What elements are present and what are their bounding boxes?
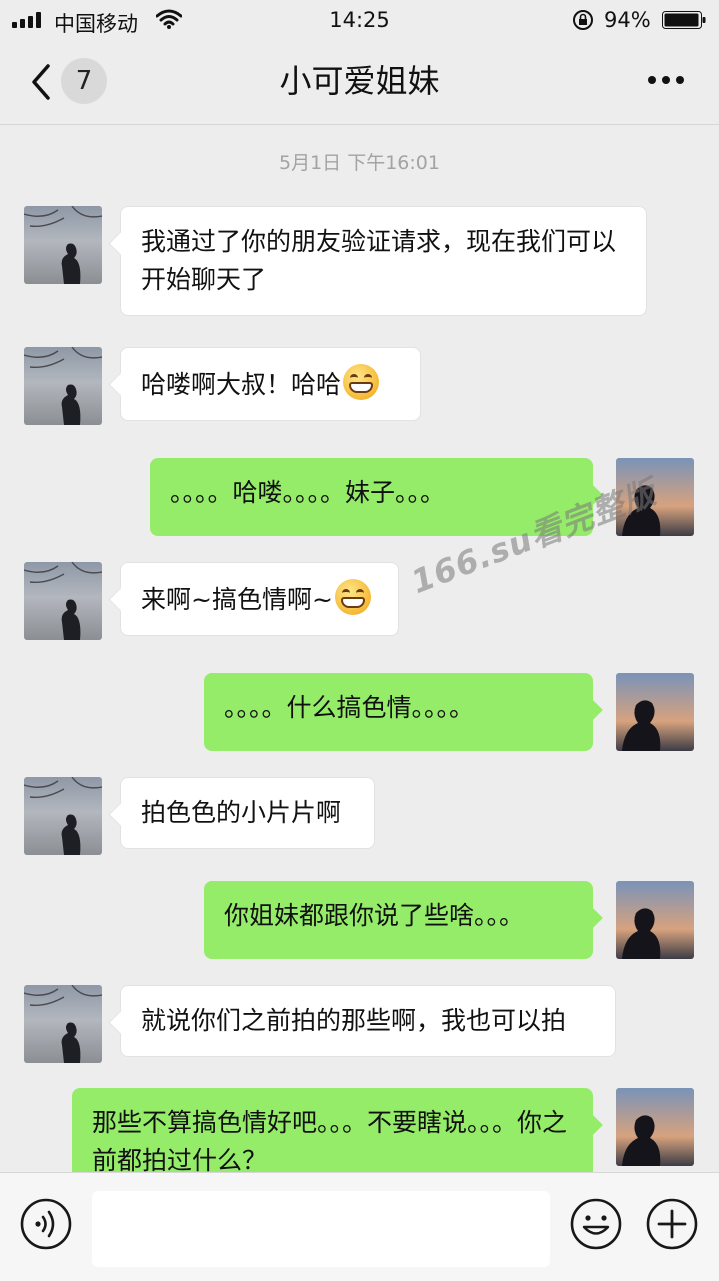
- rotation-lock-icon: [573, 10, 593, 30]
- message-bubble[interactable]: 拍色色的小片片啊: [120, 777, 375, 849]
- message-text: 我通过了你的朋友验证请求，现在我们可以开始聊天了: [141, 227, 617, 294]
- message-bubble[interactable]: 哈喽啊大叔！哈哈: [120, 347, 421, 421]
- self-avatar[interactable]: [616, 1088, 694, 1166]
- message-text: 拍色色的小片片啊: [141, 798, 342, 827]
- message-bubble[interactable]: 你姐妹都跟你说了些啥。。。: [204, 881, 593, 959]
- contact-avatar[interactable]: [24, 206, 102, 284]
- self-avatar[interactable]: [616, 881, 694, 959]
- message-timestamp: 5月1日 下午16:01: [279, 152, 440, 174]
- chat-title: 小可爱姐妹: [279, 62, 440, 100]
- message-bubble[interactable]: 就说你们之前拍的那些啊，我也可以拍: [120, 985, 616, 1057]
- contact-avatar[interactable]: [24, 562, 102, 640]
- message-text: 哈喽啊大叔！哈哈: [141, 370, 342, 399]
- message-text: 那些不算搞色情好吧。。。不要瞎说。。。你之前都拍过什么？: [92, 1108, 568, 1175]
- message-text: 来啊~搞色情啊~: [141, 585, 333, 614]
- contact-avatar[interactable]: [24, 985, 102, 1063]
- message-text: 。。。。什么搞色情。。。。: [224, 693, 475, 722]
- battery-percent: 94%: [604, 8, 651, 32]
- status-bar: 中国移动 14:25 94%: [0, 0, 719, 40]
- nav-bar: 7 小可爱姐妹: [0, 40, 719, 125]
- more-options-icon[interactable]: [646, 76, 686, 86]
- grin-emoji-icon: [343, 364, 380, 400]
- battery-icon: [662, 11, 706, 29]
- more-functions-plus-icon[interactable]: [646, 1198, 698, 1250]
- message-text: 你姐妹都跟你说了些啥。。。: [224, 901, 525, 930]
- input-bar: [0, 1172, 719, 1281]
- message-bubble[interactable]: 。。。。什么搞色情。。。。: [204, 673, 593, 751]
- contact-avatar[interactable]: [24, 777, 102, 855]
- self-avatar[interactable]: [616, 673, 694, 751]
- grin-emoji-icon: [334, 579, 371, 615]
- voice-input-icon[interactable]: [20, 1198, 72, 1250]
- contact-avatar[interactable]: [24, 347, 102, 425]
- message-text: 。。。。哈喽。。。。妹子。。。: [170, 478, 446, 507]
- message-bubble[interactable]: 来啊~搞色情啊~: [120, 562, 399, 636]
- message-bubble[interactable]: 我通过了你的朋友验证请求，现在我们可以开始聊天了: [120, 206, 647, 316]
- emoji-picker-icon[interactable]: [570, 1198, 622, 1250]
- message-input[interactable]: [92, 1191, 550, 1267]
- message-text: 就说你们之前拍的那些啊，我也可以拍: [141, 1006, 567, 1035]
